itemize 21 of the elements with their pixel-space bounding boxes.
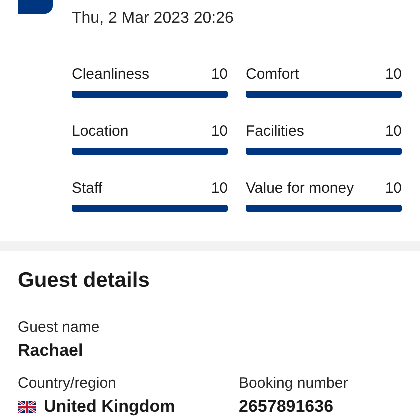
rating-score: 10 — [211, 123, 228, 140]
rating-score: 10 — [385, 180, 402, 197]
rating-label: Facilities — [246, 123, 304, 140]
field-label: Country/region — [18, 375, 118, 392]
rating-score: 10 — [211, 66, 228, 83]
rating-label: Value for money — [246, 180, 354, 197]
field-label: Guest name — [18, 319, 101, 336]
rating-score: 10 — [385, 123, 402, 140]
rating-label: Cleanliness — [72, 66, 150, 83]
rating-label: Comfort — [246, 66, 300, 83]
field-value: Rachael — [18, 341, 84, 361]
flag-icon — [18, 401, 36, 413]
rating-label: Location — [72, 123, 129, 140]
rating-score: 10 — [211, 180, 228, 197]
section-title: Guest details — [18, 269, 151, 293]
review-date: Thu, 2 Mar 2023 20:26 — [72, 10, 235, 28]
rating-score: 10 — [385, 66, 402, 83]
field-value: United Kingdom — [44, 397, 176, 417]
field-label: Booking number — [239, 375, 350, 392]
rating-label: Staff — [72, 180, 103, 197]
field-value: 2657891636 — [239, 397, 334, 417]
